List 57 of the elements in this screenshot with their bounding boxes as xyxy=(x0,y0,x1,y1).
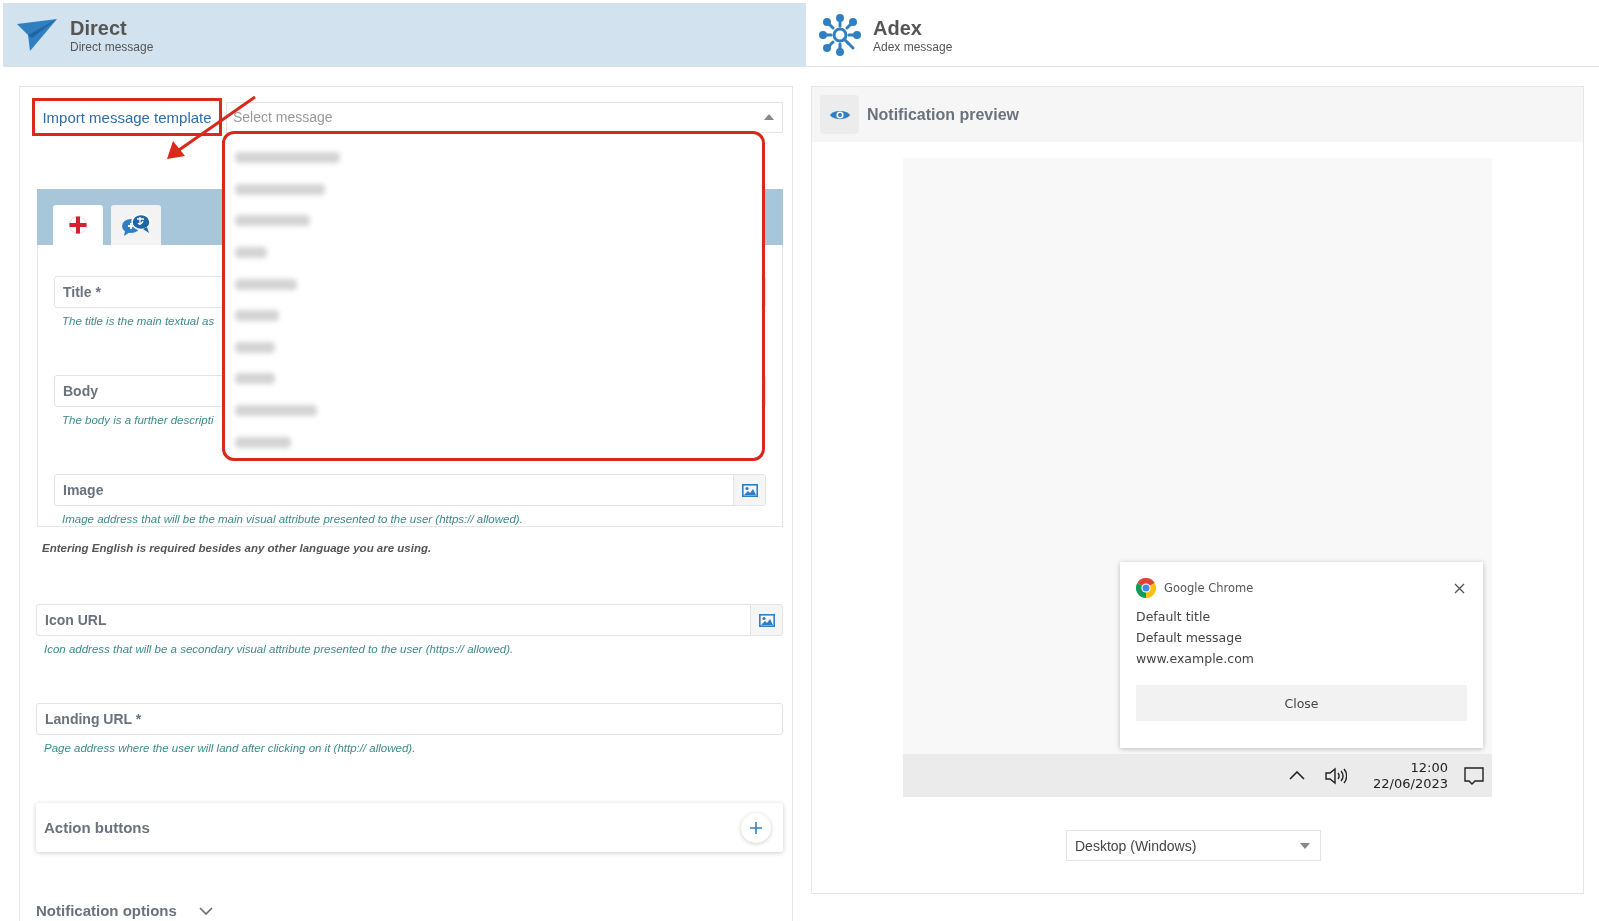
cross-flag-icon xyxy=(69,216,87,234)
section-title[interactable]: Notification options xyxy=(36,902,177,919)
header-tab[interactable]: Adex Adex message xyxy=(803,3,1599,67)
paper-plane-icon xyxy=(16,17,58,52)
notification-title: Default title xyxy=(1136,608,1212,625)
plus-icon xyxy=(750,821,762,834)
select-placeholder: Select message xyxy=(233,109,333,125)
image-picker-button[interactable] xyxy=(733,475,765,505)
header-tab[interactable]: Direct Direct message xyxy=(3,3,803,67)
clock-date: 22/06/2023 xyxy=(1373,775,1448,792)
caret-icon xyxy=(764,114,774,120)
close-icon xyxy=(1454,582,1465,594)
language-note: Entering English is required besides any other language you are using. xyxy=(42,542,433,554)
tab-subtitle: Adex message xyxy=(873,39,953,54)
chevron-icon[interactable] xyxy=(198,906,213,915)
speaker-icon xyxy=(1325,766,1348,785)
input-field[interactable]: Image xyxy=(54,474,766,506)
app-name: Google Chrome xyxy=(1164,581,1254,595)
device-select[interactable]: Desktop (Windows) xyxy=(1066,830,1321,861)
input-field[interactable]: Landing URL * xyxy=(36,703,783,735)
notification-url: www.example.com xyxy=(1136,650,1255,667)
image-picker-button[interactable] xyxy=(750,605,782,635)
image-icon xyxy=(758,613,775,627)
speech-bubble-icon xyxy=(1464,765,1484,786)
field-label: Landing URL * xyxy=(45,711,142,727)
image-icon xyxy=(741,483,758,497)
panel-title: Action buttons xyxy=(44,819,150,836)
field-label: Body xyxy=(63,383,98,399)
notifications-button[interactable] xyxy=(1464,765,1484,786)
import-template-button[interactable]: Import message template xyxy=(32,98,222,136)
field-hint: Icon address that will be a secondary visual attribute presented to the user (https:// allowed). xyxy=(44,643,514,655)
browser-logo-icon xyxy=(1136,578,1156,598)
network-icon xyxy=(819,13,861,56)
language-tab[interactable] xyxy=(111,205,161,245)
field-label: Image xyxy=(63,482,104,498)
close-button[interactable]: Close xyxy=(1136,685,1467,721)
speech-bubbles-icon xyxy=(121,214,151,236)
caret-icon xyxy=(1300,842,1310,849)
preview-title: Notification preview xyxy=(867,105,1020,124)
add-button[interactable] xyxy=(741,812,771,843)
select-value: Desktop (Windows) xyxy=(1075,837,1197,854)
clock-time: 12:00 xyxy=(1409,759,1448,776)
tab-title: Direct xyxy=(70,15,128,40)
field-hint: The title is the main textual as xyxy=(62,315,215,327)
notification-message: Default message xyxy=(1136,629,1243,646)
tab-subtitle: Direct message xyxy=(70,39,154,54)
field-label: Title * xyxy=(63,284,101,300)
field-hint: The body is a further descripti xyxy=(62,414,214,426)
chevron-up-icon xyxy=(1289,771,1306,780)
field-hint: Page address where the user will land after clicking on it (http:// allowed). xyxy=(44,742,416,754)
field-hint: Image address that will be the main visual attribute presented to the user (https:// allowed). xyxy=(62,513,523,525)
field-label: Icon URL xyxy=(45,612,107,628)
language-tab[interactable] xyxy=(53,205,103,245)
input-field[interactable]: Icon URL xyxy=(36,604,783,636)
tray-button[interactable] xyxy=(1289,771,1306,780)
tab-title: Adex xyxy=(873,15,923,40)
volume-button[interactable] xyxy=(1325,766,1348,785)
